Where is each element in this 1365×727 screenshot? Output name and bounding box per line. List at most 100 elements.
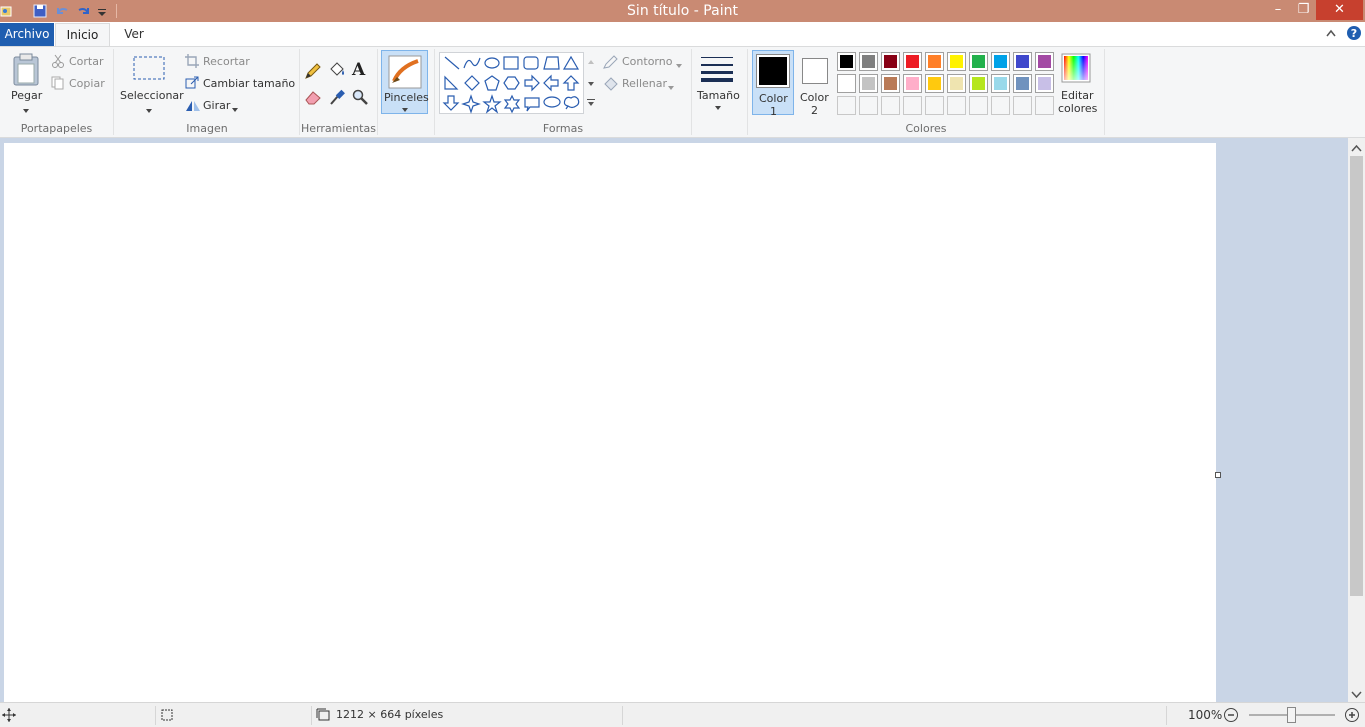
brushes-button[interactable]: Pinceles: [381, 50, 429, 114]
palette-swatch[interactable]: [837, 74, 856, 93]
magnifier-icon[interactable]: [352, 88, 368, 109]
paste-label[interactable]: Pegar: [11, 89, 42, 102]
swatch-fill: [1016, 77, 1029, 90]
color1-button[interactable]: Color 1: [752, 50, 794, 118]
palette-swatch[interactable]: [925, 52, 944, 71]
edit-colors-label-line1[interactable]: Editar: [1061, 89, 1094, 102]
palette-swatch[interactable]: [925, 74, 944, 93]
palette-swatch[interactable]: [903, 52, 922, 71]
group-divider: [377, 49, 378, 135]
palette-swatch[interactable]: [969, 52, 988, 71]
resize-button[interactable]: Cambiar tamaño: [203, 77, 295, 90]
zoom-in-icon[interactable]: [1344, 707, 1360, 726]
select-dropdown-icon[interactable]: [145, 104, 153, 117]
copy-icon[interactable]: [51, 76, 65, 93]
scroll-down-icon[interactable]: [1351, 689, 1362, 702]
vertical-scroll-thumb[interactable]: [1350, 156, 1363, 596]
copy-button[interactable]: Copiar: [69, 77, 105, 90]
rotate-dropdown-icon[interactable]: [231, 103, 239, 116]
size-button[interactable]: Tamaño: [696, 51, 740, 115]
custom-color-slot[interactable]: [881, 96, 900, 115]
select-label[interactable]: Seleccionar: [120, 89, 184, 102]
tab-home[interactable]: Inicio: [55, 23, 110, 47]
palette-swatch[interactable]: [947, 74, 966, 93]
pencil-icon[interactable]: [304, 62, 322, 83]
text-tool-icon[interactable]: A: [352, 60, 365, 80]
fill-bucket-icon[interactable]: [328, 61, 346, 82]
resize-icon[interactable]: [185, 76, 199, 93]
rotate-button[interactable]: Girar: [203, 99, 230, 112]
palette-swatch[interactable]: [859, 74, 878, 93]
fill-button[interactable]: Rellenar: [622, 77, 667, 90]
selection-size-icon: [160, 708, 174, 725]
fill-shape-icon[interactable]: [603, 77, 619, 94]
zoom-out-icon[interactable]: [1223, 707, 1239, 726]
swatch-fill: [928, 77, 941, 90]
restore-button[interactable]: ❐: [1291, 0, 1316, 20]
palette-swatch[interactable]: [969, 74, 988, 93]
outline-button[interactable]: Contorno: [622, 55, 672, 68]
shapes-gallery: [439, 52, 597, 114]
crop-button[interactable]: Recortar: [203, 55, 250, 68]
crop-icon[interactable]: [185, 54, 199, 71]
palette-swatch[interactable]: [1035, 74, 1054, 93]
select-icon[interactable]: [133, 56, 165, 85]
swatch-fill: [972, 77, 985, 90]
fill-dropdown-icon[interactable]: [667, 81, 675, 94]
palette-swatch[interactable]: [837, 52, 856, 71]
shapes-scroll-icons: [587, 60, 595, 106]
palette-swatch[interactable]: [1035, 52, 1054, 71]
collapse-ribbon-icon[interactable]: [1324, 27, 1338, 42]
cut-button[interactable]: Cortar: [69, 55, 104, 68]
custom-color-slot[interactable]: [903, 96, 922, 115]
paste-dropdown-icon[interactable]: [22, 104, 30, 117]
ribbon: Pegar Cortar Copiar Portapapeles Selecci…: [0, 46, 1365, 138]
palette-swatch[interactable]: [903, 74, 922, 93]
custom-color-slot[interactable]: [925, 96, 944, 115]
palette-swatch[interactable]: [991, 52, 1010, 71]
close-button[interactable]: ✕: [1316, 0, 1363, 20]
palette-swatch[interactable]: [881, 74, 900, 93]
edit-colors-icon[interactable]: [1061, 53, 1091, 86]
eraser-icon[interactable]: [304, 89, 322, 108]
zoom-slider-thumb[interactable]: [1287, 707, 1296, 723]
palette-swatch[interactable]: [859, 52, 878, 71]
custom-color-slot[interactable]: [947, 96, 966, 115]
help-icon[interactable]: ?: [1346, 25, 1362, 44]
color-picker-icon[interactable]: [329, 88, 345, 109]
paste-button[interactable]: [10, 53, 42, 90]
palette-swatch[interactable]: [1013, 52, 1032, 71]
status-divider: [155, 706, 156, 725]
color2-button[interactable]: Color 2: [798, 50, 832, 117]
rotate-icon[interactable]: [185, 98, 201, 115]
custom-color-slot[interactable]: [837, 96, 856, 115]
edit-colors-label-line2[interactable]: colores: [1058, 102, 1097, 115]
canvas-resize-handle[interactable]: [1215, 472, 1221, 478]
shapes-scrollbar[interactable]: [583, 52, 597, 114]
custom-color-slot[interactable]: [991, 96, 1010, 115]
outline-dropdown-icon[interactable]: [675, 59, 683, 72]
tab-view[interactable]: Ver: [112, 23, 156, 46]
custom-color-slot[interactable]: [1035, 96, 1054, 115]
palette-swatch[interactable]: [991, 74, 1010, 93]
palette-swatch[interactable]: [881, 52, 900, 71]
brushes-label: Pinceles: [384, 91, 429, 104]
minimize-button[interactable]: –: [1265, 0, 1291, 20]
outline-icon[interactable]: [603, 55, 619, 72]
size-lines-icon: [701, 57, 733, 82]
swatch-fill: [840, 77, 853, 90]
swatch-fill: [840, 55, 853, 68]
custom-color-slot[interactable]: [1013, 96, 1032, 115]
swatch-fill: [950, 77, 963, 90]
palette-swatch[interactable]: [947, 52, 966, 71]
shapes-grid[interactable]: [442, 54, 592, 114]
tab-file[interactable]: Archivo: [0, 23, 54, 46]
custom-color-slot[interactable]: [969, 96, 988, 115]
canvas-size-icon: [316, 708, 330, 725]
scroll-up-icon[interactable]: [1351, 142, 1362, 155]
custom-color-slot[interactable]: [859, 96, 878, 115]
palette-swatch[interactable]: [1013, 74, 1032, 93]
window-title: Sin título - Paint: [627, 3, 738, 19]
cut-icon[interactable]: [51, 54, 65, 71]
drawing-canvas[interactable]: [4, 143, 1216, 702]
